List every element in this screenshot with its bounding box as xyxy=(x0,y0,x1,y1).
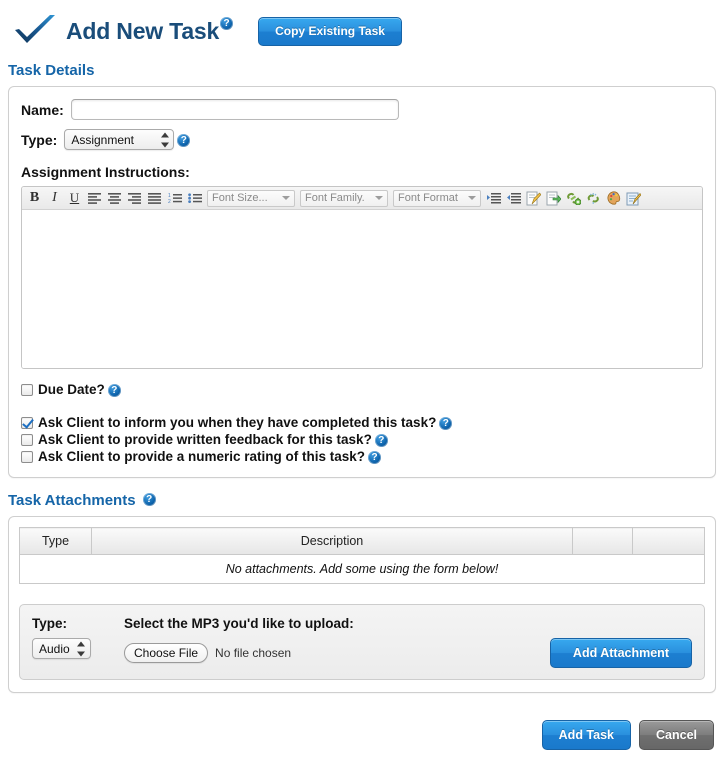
attachments-table: Type Description No attachments. Add som… xyxy=(19,527,705,584)
task-attachments-heading-label: Task Attachments xyxy=(8,492,136,509)
due-date-checkbox-row: Due Date? ? xyxy=(21,381,703,398)
name-input[interactable] xyxy=(70,99,399,120)
choose-file-button[interactable]: Choose File xyxy=(124,643,209,663)
name-label: Name: xyxy=(21,101,64,118)
inform-complete-checkbox-row: Ask Client to inform you when they have … xyxy=(21,414,703,431)
add-task-button[interactable]: Add Task xyxy=(541,720,631,750)
empty-attachments-message: No attachments. Add some using the form … xyxy=(19,554,705,584)
stepper-arrows-icon xyxy=(160,132,169,147)
page-header: Add New Task ? Copy Existing Task xyxy=(0,0,724,48)
column-header-type: Type xyxy=(19,527,92,555)
bold-icon[interactable]: B xyxy=(25,189,44,208)
form-actions: Add Task Cancel xyxy=(541,720,714,750)
font-format-select[interactable]: Font Format xyxy=(393,189,481,207)
task-type-help-icon[interactable]: ? xyxy=(177,134,191,147)
file-prompt-label: Select the MP3 you'd like to upload: xyxy=(124,616,354,631)
chevron-down-icon xyxy=(375,196,383,200)
type-field-row: Type: Assignment ? xyxy=(21,129,703,150)
due-date-checkbox[interactable] xyxy=(21,383,33,396)
insert-image-icon[interactable] xyxy=(544,189,563,208)
no-file-chosen-text: No file chosen xyxy=(215,646,292,660)
outdent-icon[interactable] xyxy=(504,189,523,208)
align-right-icon[interactable] xyxy=(125,189,144,208)
task-attachments-help-icon[interactable]: ? xyxy=(142,493,156,506)
task-type-select[interactable]: Assignment xyxy=(64,129,175,150)
unlink-icon[interactable] xyxy=(584,189,603,208)
insert-link-icon[interactable] xyxy=(564,189,583,208)
name-field-row: Name: xyxy=(21,99,703,120)
align-left-icon[interactable] xyxy=(85,189,104,208)
written-feedback-label: Ask Client to provide written feedback f… xyxy=(38,432,372,447)
align-justify-icon[interactable] xyxy=(145,189,164,208)
upload-type-label: Type: xyxy=(32,616,68,631)
column-header-description: Description xyxy=(91,527,573,555)
stepper-arrows-icon xyxy=(77,641,86,656)
column-header-blank-2 xyxy=(632,527,705,555)
color-palette-icon[interactable] xyxy=(604,189,623,208)
numeric-rating-checkbox[interactable] xyxy=(21,450,33,463)
unordered-list-icon[interactable] xyxy=(185,189,204,208)
font-family-value: Font Family. xyxy=(305,192,365,204)
font-format-value: Font Format xyxy=(398,192,458,204)
add-attachment-button[interactable]: Add Attachment xyxy=(549,638,692,668)
numeric-rating-help-icon[interactable]: ? xyxy=(368,451,382,464)
italic-icon[interactable]: I xyxy=(45,189,64,208)
inform-complete-checkbox[interactable] xyxy=(21,416,33,429)
task-details-panel: Name: Type: Assignment ? Assignment Inst… xyxy=(8,86,716,478)
attachment-upload-form: Type: Audio Select the MP3 you'd like to… xyxy=(19,604,705,680)
due-date-label: Due Date? xyxy=(38,382,105,397)
ordered-list-icon[interactable]: 12 xyxy=(165,189,184,208)
due-date-help-icon[interactable]: ? xyxy=(107,384,121,397)
font-family-select[interactable]: Font Family. xyxy=(300,189,388,207)
table-header-row: Type Description xyxy=(19,527,705,555)
instructions-editor: B I U 1 2 Font Size... Font Family. Font… xyxy=(21,186,703,369)
underline-icon[interactable]: U xyxy=(65,189,84,208)
indent-icon[interactable] xyxy=(484,189,503,208)
inform-complete-label: Ask Client to inform you when they have … xyxy=(38,415,437,430)
task-details-heading: Task Details xyxy=(8,62,95,79)
task-type-selected-value: Assignment xyxy=(71,132,135,147)
instructions-label: Assignment Instructions: xyxy=(21,164,190,180)
source-edit-icon[interactable] xyxy=(624,189,643,208)
task-attachments-heading: Task Attachments ? xyxy=(8,492,724,509)
chevron-down-icon xyxy=(468,196,476,200)
help-question-icon[interactable]: ? xyxy=(220,16,234,30)
table-row: No attachments. Add some using the form … xyxy=(19,554,705,584)
chevron-down-icon xyxy=(282,196,290,200)
copy-existing-task-button[interactable]: Copy Existing Task xyxy=(258,16,402,46)
numeric-rating-label: Ask Client to provide a numeric rating o… xyxy=(38,449,366,464)
page-title: Add New Task xyxy=(66,17,220,44)
written-feedback-checkbox[interactable] xyxy=(21,433,33,446)
task-attachments-panel: Type Description No attachments. Add som… xyxy=(8,516,716,693)
instructions-editor-body[interactable] xyxy=(22,210,702,368)
inform-complete-help-icon[interactable]: ? xyxy=(439,417,453,430)
column-header-blank-1 xyxy=(572,527,633,555)
font-size-select[interactable]: Font Size... xyxy=(207,189,295,207)
svg-text:2: 2 xyxy=(168,199,171,204)
written-feedback-help-icon[interactable]: ? xyxy=(374,434,388,447)
cancel-button[interactable]: Cancel xyxy=(639,720,714,750)
editor-toolbar: B I U 1 2 Font Size... Font Family. Font… xyxy=(22,187,702,210)
numeric-rating-checkbox-row: Ask Client to provide a numeric rating o… xyxy=(21,448,703,465)
attachment-type-value: Audio xyxy=(39,641,70,656)
written-feedback-checkbox-row: Ask Client to provide written feedback f… xyxy=(21,431,703,448)
font-size-value: Font Size... xyxy=(212,192,268,204)
edit-page-icon[interactable] xyxy=(524,189,543,208)
blue-checkmark-logo xyxy=(12,13,58,49)
attachment-type-select[interactable]: Audio xyxy=(32,638,91,659)
type-label: Type: xyxy=(21,131,58,148)
align-center-icon[interactable] xyxy=(105,189,124,208)
